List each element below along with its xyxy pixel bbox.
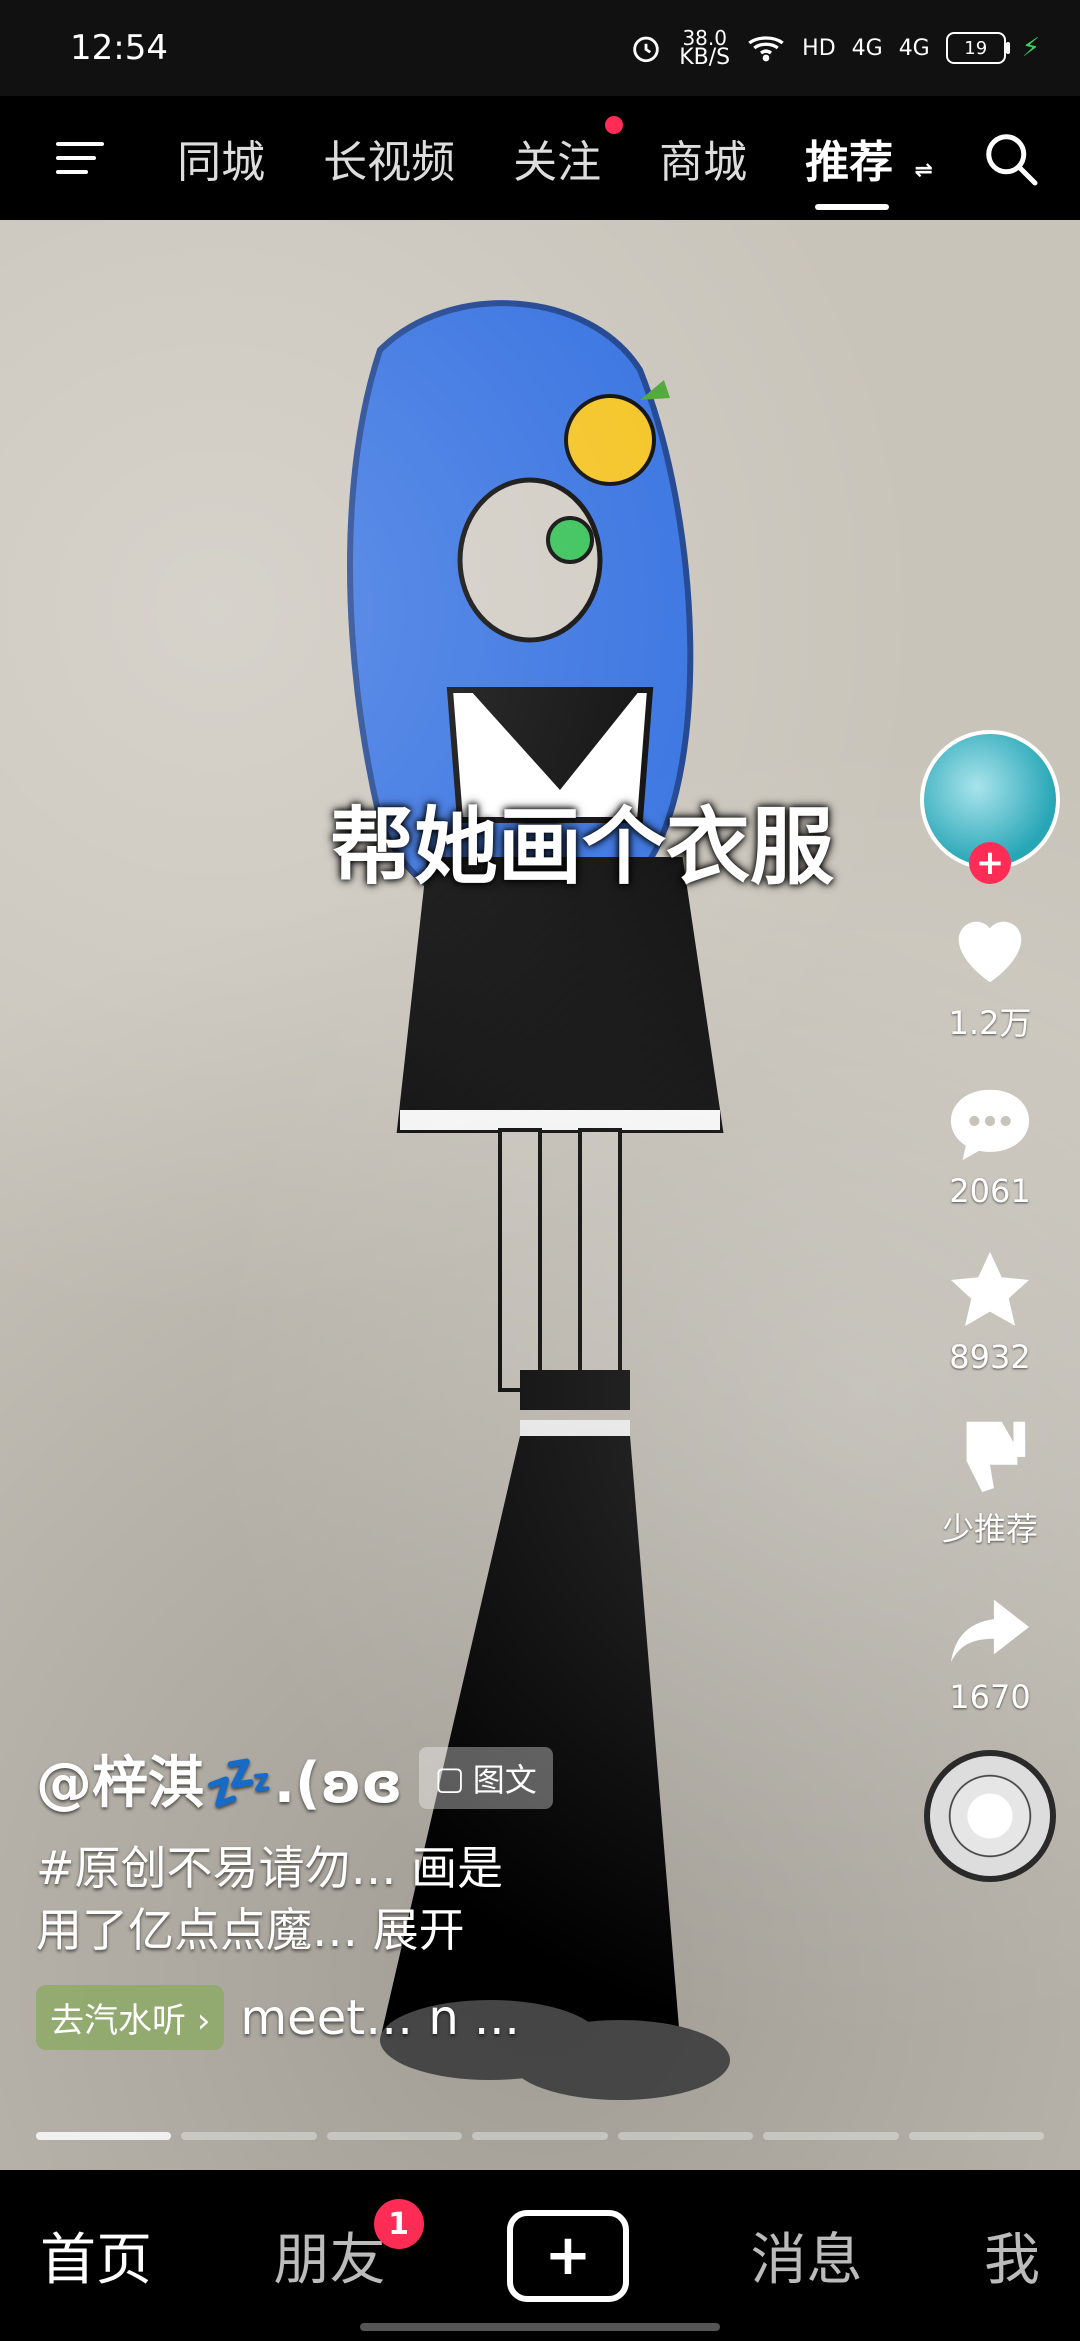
heart-icon[interactable]	[942, 904, 1038, 990]
post-info: @梓淇💤.(ʚɞ ▢ 图文 #原创不易请勿… 画是 用了亿点点魔… 展开 去汽水…	[36, 1738, 896, 2050]
nav-tabs: 同城 长视频 关注 商城 推荐 ⇌	[177, 116, 933, 210]
progress-seg	[36, 2132, 172, 2140]
progress-seg	[908, 2132, 1044, 2140]
net-speed-unit: KB/S	[679, 45, 731, 70]
search-icon[interactable]	[980, 128, 1040, 188]
right-actions: + 1.2万 2061 8932 少推荐 1670	[920, 730, 1060, 1882]
menu-icon[interactable]	[50, 128, 110, 188]
signal-2: 4G	[898, 35, 930, 61]
share-count: 1670	[949, 1678, 1031, 1716]
comment-action[interactable]: 2061	[942, 1078, 1038, 1210]
tab-label: 商城	[659, 137, 748, 188]
status-bar: 12:54 38.0 KB/S HD 4G 4G 19 ⚡	[0, 0, 1080, 96]
tab-mall[interactable]: 商城	[659, 126, 747, 190]
description-line-2: 用了亿点点魔… 展开	[36, 1902, 465, 1957]
progress-seg	[181, 2132, 317, 2140]
dislike-label: 少推荐	[941, 1510, 1038, 1548]
music-chip[interactable]: 去汽水听 ›	[36, 1985, 225, 2050]
progress-seg	[617, 2132, 754, 2140]
bottom-nav: 首页 朋友 1 + 消息 我	[0, 2170, 1080, 2341]
charging-icon: ⚡	[1021, 33, 1040, 63]
description-line-1: #原创不易请勿… 画是	[36, 1840, 504, 1895]
author-avatar[interactable]: +	[920, 730, 1060, 884]
music-chip-label: 去汽水听	[50, 2001, 186, 2041]
wifi-icon	[748, 36, 784, 62]
image-text-badge: ▢ 图文	[418, 1747, 553, 1810]
progress-bar	[36, 2132, 1044, 2140]
signal-1: 4G	[851, 35, 883, 61]
tab-label: 同城	[177, 137, 266, 188]
author-name[interactable]: @梓淇💤.(ʚɞ	[36, 1738, 403, 1819]
favorite-count: 8932	[949, 1338, 1031, 1376]
dislike-icon[interactable]	[942, 1410, 1038, 1496]
nav-friends-label: 朋友	[273, 2228, 386, 2293]
alarm-icon	[633, 36, 659, 63]
tab-recommend[interactable]: 推荐 ⇌	[805, 126, 933, 210]
tab-follow[interactable]: 关注	[513, 116, 624, 190]
notification-dot	[605, 116, 624, 134]
video-content[interactable]: 帮她画个衣服 + 1.2万 2061 8932 少推荐 1670 @梓淇💤.(ʚ…	[0, 220, 1080, 2170]
top-nav: 同城 长视频 关注 商城 推荐 ⇌	[0, 96, 1080, 220]
hd-indicator: HD	[802, 35, 836, 61]
post-description[interactable]: #原创不易请勿… 画是 用了亿点点魔… 展开	[36, 1837, 896, 1961]
share-action[interactable]: 1670	[942, 1584, 1038, 1716]
nav-friends[interactable]: 朋友 1	[273, 2199, 424, 2296]
battery-icon: 19	[945, 32, 1010, 64]
active-underline	[815, 204, 890, 210]
share-icon[interactable]	[942, 1584, 1038, 1670]
nav-me[interactable]: 我	[984, 2215, 1040, 2296]
tab-tongcheng[interactable]: 同城	[177, 126, 265, 190]
author-row: @梓淇💤.(ʚɞ ▢ 图文	[36, 1738, 896, 1819]
overlay-caption: 帮她画个衣服	[330, 780, 834, 901]
comment-icon[interactable]	[942, 1078, 1038, 1164]
net-speed: 38.0 KB/S	[679, 28, 731, 70]
chevron-right-icon: ›	[196, 2001, 211, 2041]
like-count: 1.2万	[948, 1004, 1032, 1042]
tab-label: 长视频	[323, 137, 456, 188]
swap-icon: ⇌	[914, 158, 933, 183]
nav-home[interactable]: 首页	[40, 2215, 152, 2296]
overlay-caption-text: 帮她画个衣服	[330, 798, 835, 896]
music-disc[interactable]	[924, 1750, 1056, 1882]
star-icon[interactable]	[942, 1244, 1038, 1330]
tab-label: 关注	[513, 137, 602, 188]
like-action[interactable]: 1.2万	[942, 904, 1038, 1044]
music-title: meet… n ...	[240, 1989, 520, 2046]
image-text-icon: ▢	[434, 1759, 465, 1798]
status-right: 38.0 KB/S HD 4G 4G 19 ⚡	[629, 28, 1040, 70]
dislike-action[interactable]: 少推荐	[942, 1410, 1038, 1550]
progress-seg	[763, 2132, 899, 2140]
follow-button[interactable]: +	[969, 842, 1011, 884]
progress-seg	[472, 2132, 608, 2140]
home-indicator	[360, 2323, 720, 2331]
nav-messages[interactable]: 消息	[751, 2215, 863, 2296]
create-button[interactable]: +	[507, 2209, 629, 2302]
badge-label: 图文	[472, 1761, 537, 1800]
music-row[interactable]: 去汽水听 › meet… n ...	[36, 1985, 896, 2050]
friends-badge: 1	[373, 2199, 424, 2249]
tab-label: 推荐	[805, 137, 894, 188]
favorite-action[interactable]: 8932	[942, 1244, 1038, 1376]
status-time: 12:54	[70, 28, 168, 68]
progress-seg	[326, 2132, 463, 2140]
tab-long-video[interactable]: 长视频	[323, 126, 455, 190]
comment-count: 2061	[949, 1172, 1031, 1210]
battery-level: 19	[964, 37, 988, 59]
